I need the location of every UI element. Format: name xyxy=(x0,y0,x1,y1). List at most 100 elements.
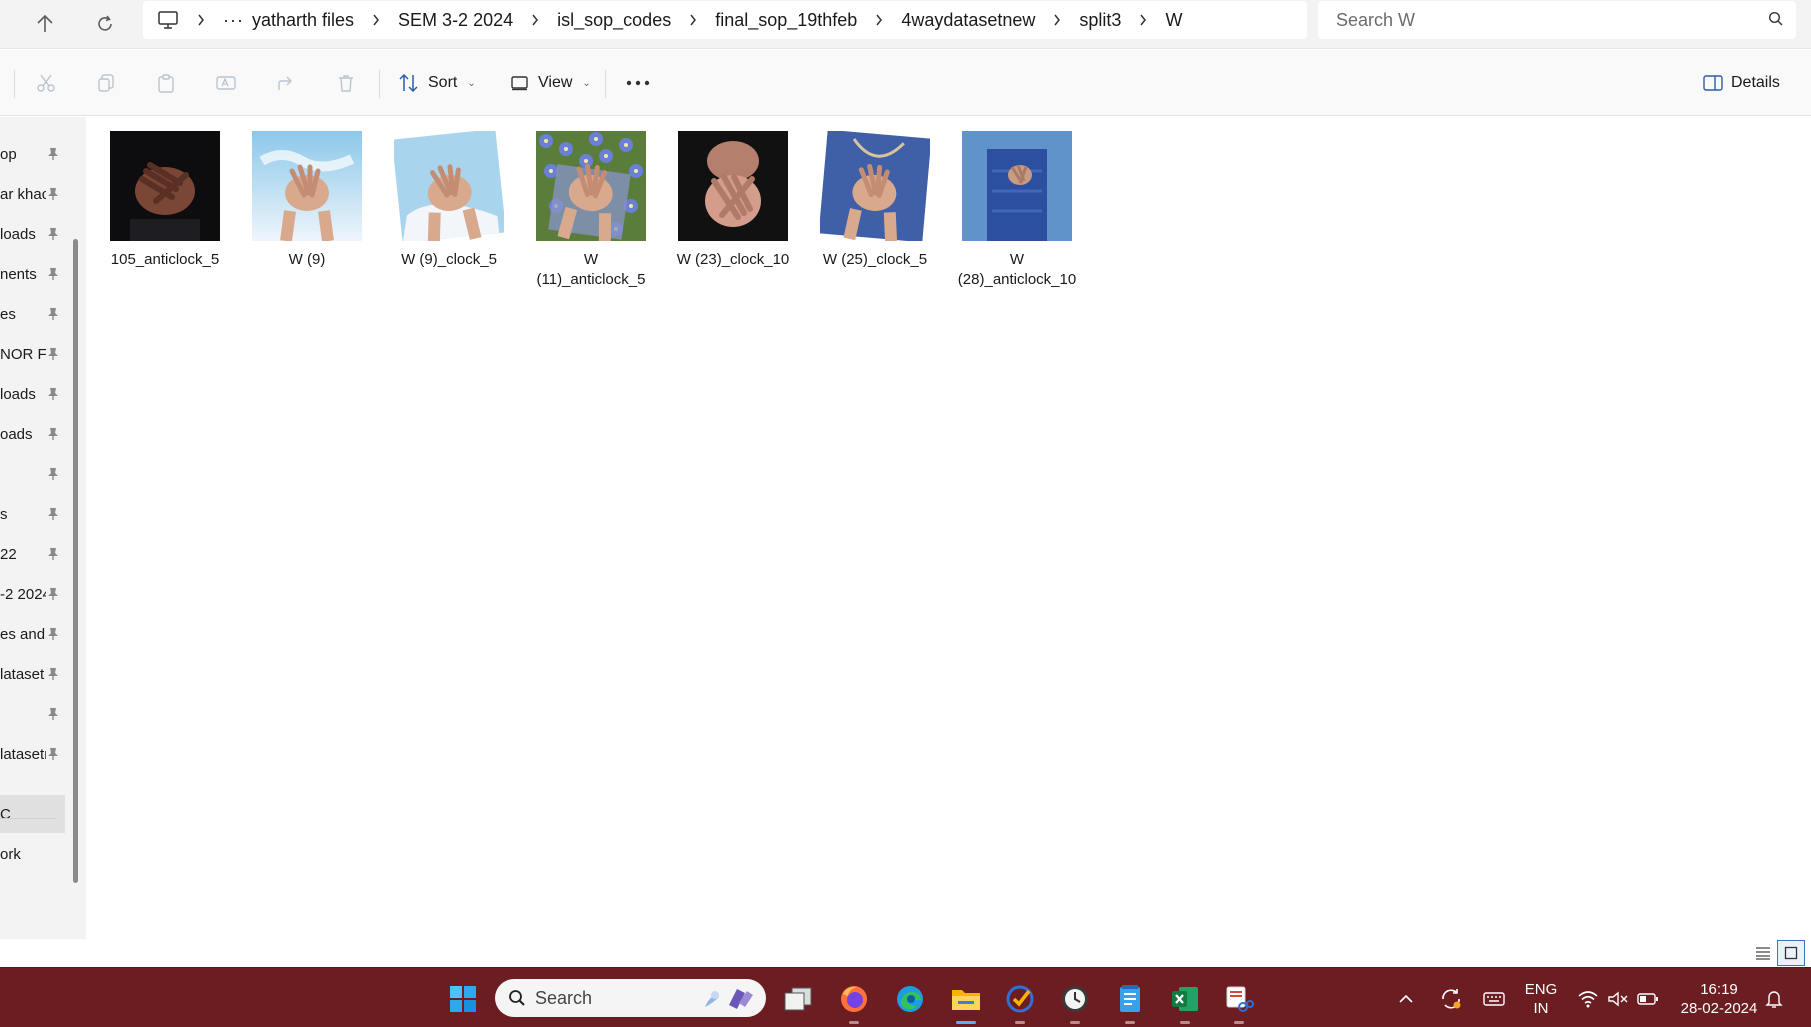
chevron-right-icon[interactable] xyxy=(671,14,715,26)
search-input[interactable] xyxy=(1318,1,1748,39)
file-tile[interactable]: W (9)_clock_5 xyxy=(385,131,513,270)
language-indicator[interactable]: ENG IN xyxy=(1520,980,1562,1018)
sidebar-item[interactable]: oads xyxy=(0,415,66,453)
edge-icon[interactable] xyxy=(893,982,927,1016)
large-icons-view-icon[interactable] xyxy=(1777,940,1805,966)
sidebar-item[interactable]: ar khac xyxy=(0,175,66,213)
taskbar-search-input[interactable] xyxy=(535,979,665,1017)
sidebar-item-label: C xyxy=(0,805,11,823)
sort-button[interactable]: Sort ⌄ xyxy=(398,66,476,100)
battery-icon[interactable] xyxy=(1634,982,1662,1016)
breadcrumb-item[interactable]: 4waydatasetnew xyxy=(901,10,1035,31)
tasks-check-icon[interactable] xyxy=(1003,982,1037,1024)
file-thumbnail[interactable] xyxy=(962,131,1072,241)
scrollbar[interactable] xyxy=(73,239,78,883)
notification-bell-icon[interactable] xyxy=(1760,982,1788,1016)
chevron-right-icon[interactable] xyxy=(513,14,557,26)
sidebar-item[interactable]: loads xyxy=(0,215,66,253)
sidebar-item[interactable]: -2 2024 xyxy=(0,575,66,613)
rename-icon[interactable] xyxy=(214,71,238,95)
sidebar-item[interactable]: lataset xyxy=(0,655,66,693)
firefox-icon[interactable] xyxy=(837,982,871,1024)
clock[interactable]: 16:19 28-02-2024 xyxy=(1672,980,1766,1018)
sidebar-item[interactable] xyxy=(0,695,66,733)
file-thumbnail[interactable] xyxy=(394,131,504,241)
sidebar-item[interactable]: NOR FI xyxy=(0,335,66,373)
details-view-icon[interactable] xyxy=(1749,940,1777,966)
sidebar-item[interactable]: s xyxy=(0,495,66,533)
breadcrumb-overflow-icon[interactable]: ··· xyxy=(223,10,244,31)
search-icon xyxy=(508,989,526,1012)
search-icon[interactable] xyxy=(1768,11,1784,32)
file-tile[interactable]: W (28)_anticlock_10 xyxy=(953,131,1081,290)
up-arrow-icon[interactable] xyxy=(27,6,63,42)
sidebar-item[interactable] xyxy=(0,455,66,493)
sidebar-item[interactable]: ork xyxy=(0,835,66,873)
this-pc-icon[interactable] xyxy=(157,10,179,30)
more-options-button[interactable] xyxy=(626,66,650,100)
search-box[interactable] xyxy=(1318,1,1796,39)
chevron-right-icon[interactable] xyxy=(354,14,398,26)
file-thumbnail[interactable] xyxy=(678,131,788,241)
share-icon[interactable] xyxy=(274,71,298,95)
file-thumbnail[interactable] xyxy=(110,131,220,241)
chevron-right-icon[interactable] xyxy=(857,14,901,26)
file-tile[interactable]: 105_anticlock_5 xyxy=(101,131,229,270)
sidebar-item[interactable]: es xyxy=(0,295,66,333)
cut-icon[interactable] xyxy=(34,71,58,95)
running-indicator xyxy=(1234,1021,1244,1024)
file-name-line: W (25)_clock_5 xyxy=(822,251,928,268)
sidebar-item[interactable]: 22 xyxy=(0,535,66,573)
sidebar-item-label: loads xyxy=(0,385,36,403)
pin-icon xyxy=(47,307,59,321)
sidebar-item-label: op xyxy=(0,145,17,163)
file-name-line: W (23)_clock_10 xyxy=(676,251,790,268)
file-explorer-icon[interactable] xyxy=(946,982,986,1024)
file-tile[interactable]: W (25)_clock_5 xyxy=(811,131,939,270)
clock-date: 28-02-2024 xyxy=(1680,1000,1758,1017)
chevron-right-icon[interactable] xyxy=(1035,14,1079,26)
file-name-line: W xyxy=(583,251,599,268)
refresh-icon[interactable] xyxy=(87,6,123,42)
sidebar-item[interactable]: nents xyxy=(0,255,66,293)
show-hidden-icons-chevron-up-icon[interactable] xyxy=(1396,982,1416,1016)
file-thumbnail[interactable] xyxy=(536,131,646,241)
breadcrumb-item[interactable]: final_sop_19thfeb xyxy=(715,10,857,31)
clock-app-icon[interactable] xyxy=(1058,982,1092,1024)
task-view-icon[interactable] xyxy=(781,982,815,1016)
breadcrumb-item[interactable]: W xyxy=(1165,10,1182,31)
snipping-tool-icon[interactable] xyxy=(1222,982,1256,1024)
breadcrumb-item[interactable]: SEM 3-2 2024 xyxy=(398,10,513,31)
details-button[interactable]: Details xyxy=(1703,66,1780,100)
address-box[interactable]: ··· yatharth files SEM 3-2 2024 isl_sop_co… xyxy=(143,1,1307,39)
delete-icon[interactable] xyxy=(334,71,358,95)
file-tile[interactable]: W (23)_clock_10 xyxy=(669,131,797,270)
wifi-icon[interactable] xyxy=(1574,982,1602,1016)
breadcrumb-item[interactable]: yatharth files xyxy=(252,10,354,31)
view-button[interactable]: View ⌄ xyxy=(510,66,591,100)
sidebar-item[interactable]: C xyxy=(0,795,65,833)
sidebar-item[interactable]: latasetn xyxy=(0,735,66,773)
sidebar-item[interactable]: op xyxy=(0,135,66,173)
breadcrumb-item[interactable]: split3 xyxy=(1079,10,1121,31)
sync-icon[interactable] xyxy=(1436,982,1466,1016)
file-thumbnail[interactable] xyxy=(252,131,362,241)
chevron-right-icon[interactable] xyxy=(179,14,223,26)
taskbar-search[interactable] xyxy=(495,979,766,1017)
start-windows-icon[interactable] xyxy=(446,982,480,1016)
volume-muted-icon[interactable] xyxy=(1604,982,1632,1016)
file-tile[interactable]: W (11)_anticlock_5 xyxy=(527,131,655,290)
notepad-icon[interactable] xyxy=(1113,982,1147,1024)
file-tile[interactable]: W (9) xyxy=(243,131,371,270)
file-thumbnail[interactable] xyxy=(820,131,930,241)
chevron-right-icon[interactable] xyxy=(1121,14,1165,26)
breadcrumb-item[interactable]: isl_sop_codes xyxy=(557,10,671,31)
sidebar-item[interactable]: es and c xyxy=(0,615,66,653)
sidebar-item[interactable]: loads xyxy=(0,375,66,413)
sidebar-item-label: 22 xyxy=(0,545,17,563)
excel-icon[interactable] xyxy=(1168,982,1202,1024)
sort-icon xyxy=(398,73,420,93)
paste-icon[interactable] xyxy=(154,71,178,95)
copy-icon[interactable] xyxy=(94,71,118,95)
keyboard-icon[interactable] xyxy=(1479,982,1509,1016)
